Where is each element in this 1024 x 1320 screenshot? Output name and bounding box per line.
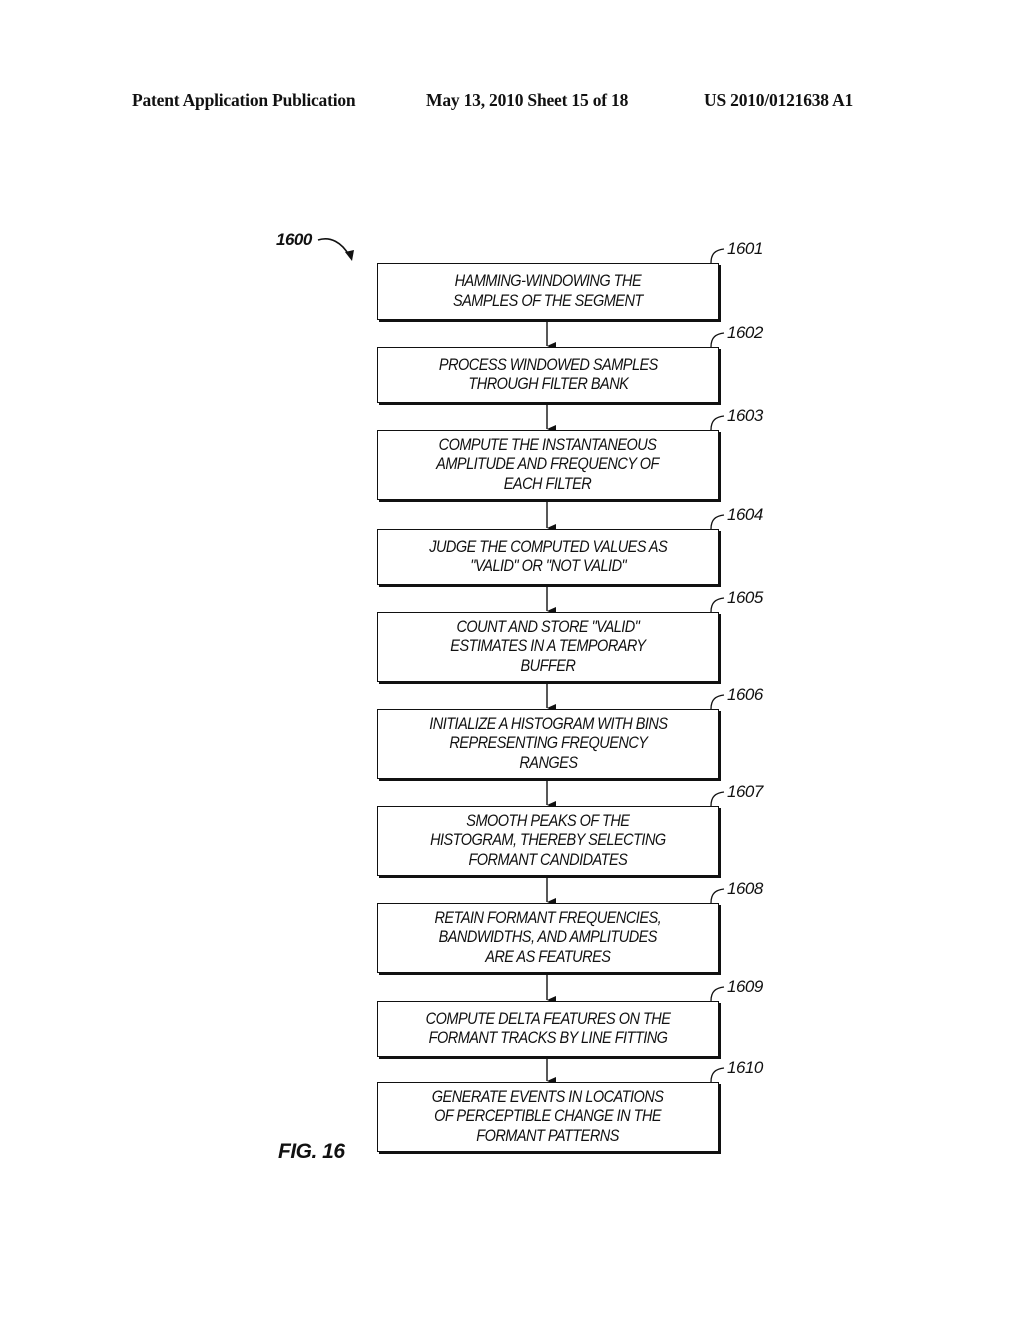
step-text: RETAIN FORMANT FREQUENCIES, BANDWIDTHS, … — [434, 908, 662, 966]
step-text: SMOOTH PEAKS OF THE HISTOGRAM, THEREBY S… — [430, 811, 666, 869]
process-step-1608: RETAIN FORMANT FREQUENCIES, BANDWIDTHS, … — [377, 903, 719, 973]
step-text: COMPUTE THE INSTANTANEOUS AMPLITUDE AND … — [436, 435, 660, 493]
step-text: JUDGE THE COMPUTED VALUES AS "VALID" OR … — [428, 537, 668, 576]
step-ref-number: 1603 — [727, 406, 763, 425]
step-ref-number: 1610 — [727, 1058, 763, 1077]
process-step-1610: GENERATE EVENTS IN LOCATIONS OF PERCEPTI… — [377, 1082, 719, 1152]
step-text: GENERATE EVENTS IN LOCATIONS OF PERCEPTI… — [432, 1087, 664, 1145]
step-text: HAMMING-WINDOWING THE SAMPLES OF THE SEG… — [453, 272, 643, 310]
step-ref-number: 1601 — [727, 239, 763, 258]
ref-leader-line — [710, 415, 725, 431]
process-step-1603: COMPUTE THE INSTANTANEOUS AMPLITUDE AND … — [377, 430, 719, 500]
figure-pointer-arrow — [317, 238, 351, 258]
ref-leader-line — [710, 791, 725, 807]
process-step-1602: PROCESS WINDOWED SAMPLES THROUGH FILTER … — [377, 347, 719, 403]
process-step-1606: INITIALIZE A HISTOGRAM WITH BINS REPRESE… — [377, 709, 719, 779]
ref-leader-line — [710, 332, 725, 348]
process-step-1605: COUNT AND STORE "VALID" ESTIMATES IN A T… — [377, 612, 719, 682]
process-step-1607: SMOOTH PEAKS OF THE HISTOGRAM, THEREBY S… — [377, 806, 719, 876]
step-text: PROCESS WINDOWED SAMPLES THROUGH FILTER … — [438, 355, 658, 394]
step-ref-number: 1605 — [727, 588, 763, 607]
ref-leader-line — [710, 888, 725, 904]
step-text: INITIALIZE A HISTOGRAM WITH BINS REPRESE… — [428, 714, 668, 772]
step-ref-number: 1602 — [727, 323, 763, 342]
figure-label: FIG. 16 — [278, 1140, 345, 1163]
process-step-1601: HAMMING-WINDOWING THE SAMPLES OF THE SEG… — [377, 263, 719, 320]
step-ref-number: 1606 — [727, 685, 763, 704]
ref-leader-line — [710, 597, 725, 613]
ref-leader-line — [710, 986, 725, 1002]
step-ref-number: 1608 — [727, 879, 763, 898]
process-step-1604: JUDGE THE COMPUTED VALUES AS "VALID" OR … — [377, 529, 719, 585]
process-step-1609: COMPUTE DELTA FEATURES ON THE FORMANT TR… — [377, 1001, 719, 1057]
ref-leader-line — [710, 514, 725, 530]
ref-leader-line — [710, 694, 725, 710]
ref-leader-line — [710, 1067, 725, 1083]
step-text: COMPUTE DELTA FEATURES ON THE FORMANT TR… — [425, 1009, 671, 1048]
step-ref-number: 1607 — [727, 782, 763, 801]
step-ref-number: 1604 — [727, 505, 763, 524]
step-ref-number: 1609 — [727, 977, 763, 996]
ref-leader-line — [710, 248, 725, 264]
step-text: COUNT AND STORE "VALID" ESTIMATES IN A T… — [450, 617, 646, 675]
